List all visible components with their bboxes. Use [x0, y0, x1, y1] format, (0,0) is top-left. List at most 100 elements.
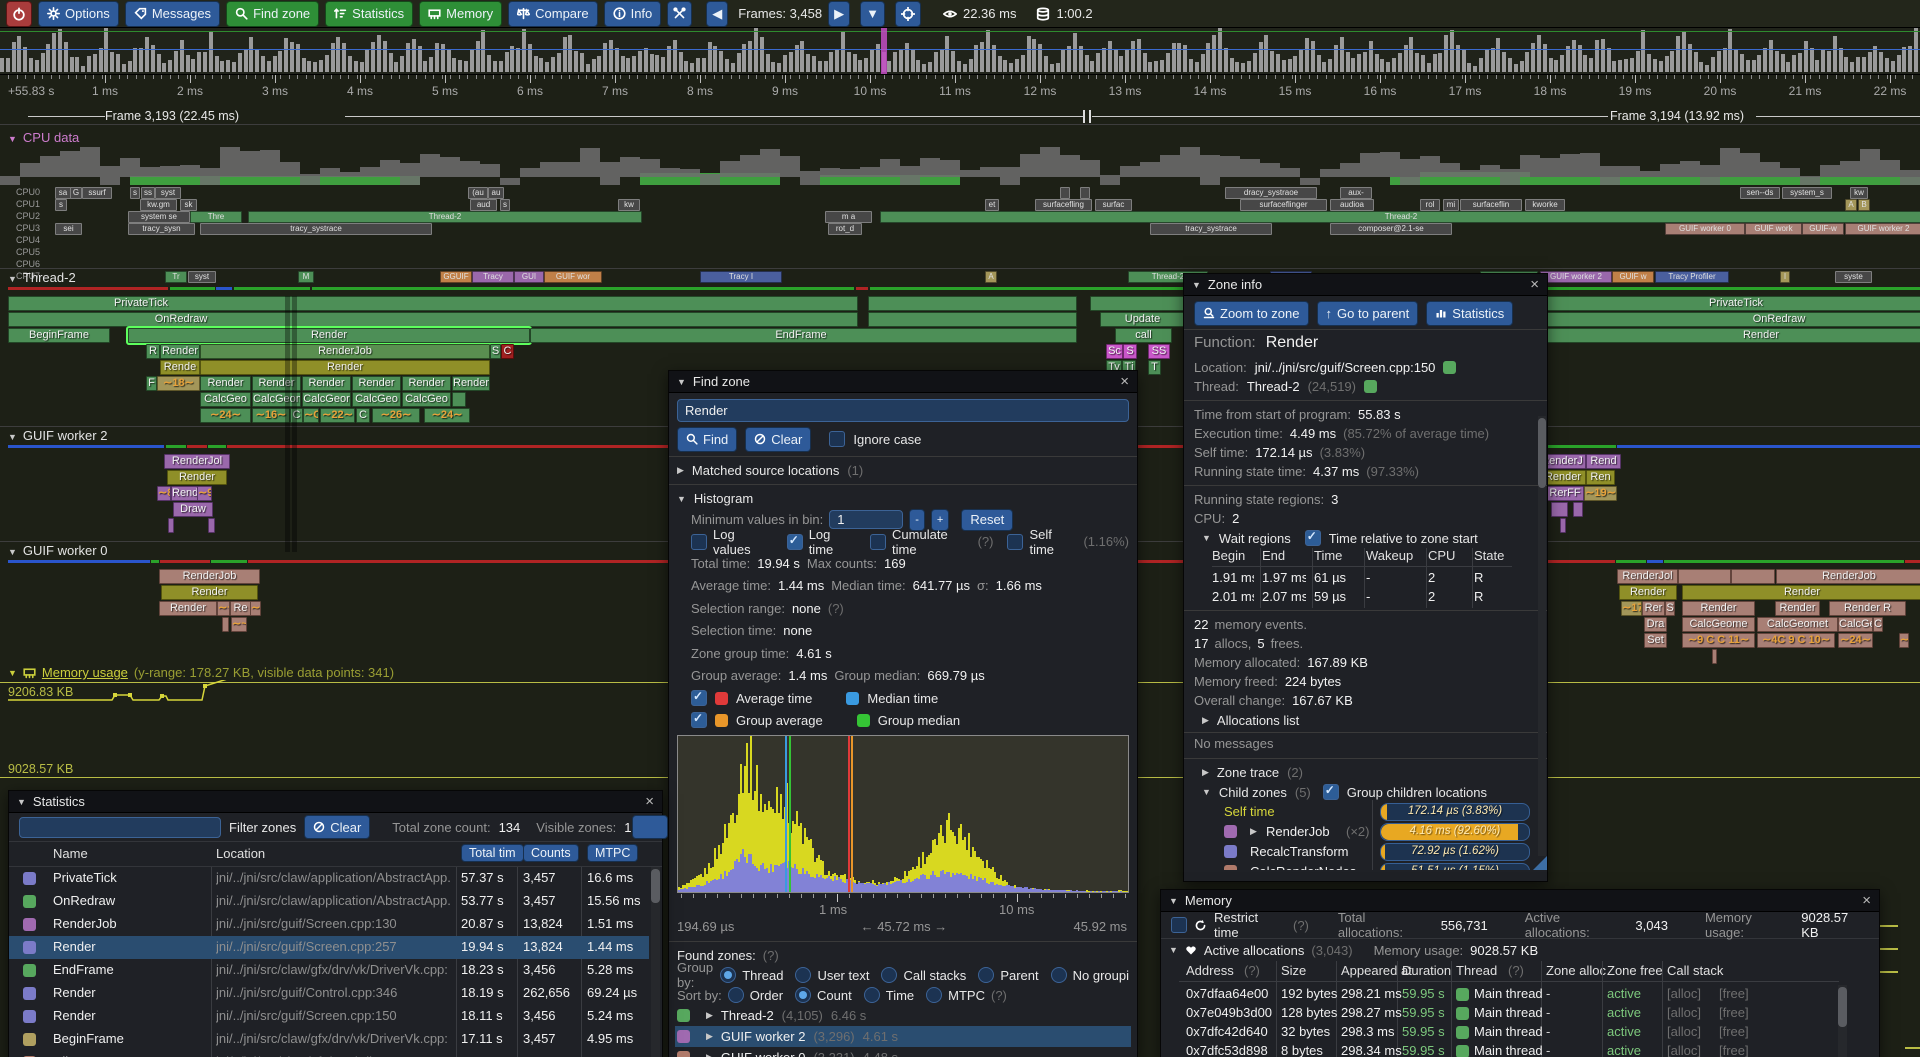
frame-bar[interactable]	[1444, 35, 1448, 72]
frame-bar[interactable]	[1624, 59, 1628, 72]
frame-bar[interactable]	[1392, 58, 1396, 72]
timeline-zone[interactable]: Render	[402, 376, 451, 391]
cpu-zone-chip[interactable]: GUIF-w	[1802, 223, 1844, 235]
close-icon[interactable]: ×	[1120, 374, 1129, 389]
frame-bar[interactable]	[1473, 66, 1477, 72]
legend-checkbox[interactable]	[691, 690, 707, 706]
col-location[interactable]: Location	[216, 846, 265, 861]
frame-bar[interactable]	[969, 59, 973, 72]
timeline-zone[interactable]: CalcGeo	[1838, 617, 1873, 632]
timeline-zone[interactable]: ∼24∼	[200, 408, 251, 423]
timeline-zone[interactable]: Sc	[1106, 344, 1123, 359]
close-icon[interactable]: ×	[1530, 277, 1539, 292]
frame-bar[interactable]	[812, 56, 816, 72]
frame-bar[interactable]	[963, 64, 967, 72]
frame-bar[interactable]	[1775, 51, 1779, 72]
frame-bar[interactable]	[389, 53, 393, 72]
cpu-zone-chip[interactable]: dracy_systraoe	[1225, 187, 1317, 199]
timeline-zone[interactable]: PrivateTick	[8, 296, 858, 311]
cpu-zone-chip[interactable]: M	[298, 271, 314, 283]
zoom-to-zone-button[interactable]: Zoom to zone	[1194, 301, 1309, 326]
time-relative-checkbox[interactable]	[1305, 530, 1321, 546]
power-button[interactable]	[6, 1, 32, 27]
cpu-zone-chip[interactable]: sa	[55, 187, 71, 199]
frame-bar[interactable]	[597, 56, 601, 72]
frame-bar[interactable]	[1810, 48, 1814, 72]
frame-bar[interactable]	[1891, 61, 1895, 72]
frame-bar[interactable]	[1061, 50, 1065, 72]
frame-bar[interactable]	[1798, 53, 1802, 72]
cpu-zone-chip[interactable]: s	[130, 187, 140, 199]
timeline-zone[interactable]: Render	[159, 601, 217, 616]
frame-bar[interactable]	[1554, 60, 1558, 72]
timeline-zone[interactable]: Render	[160, 344, 200, 359]
col-counts[interactable]: Counts	[523, 844, 579, 862]
frame-bar[interactable]	[52, 33, 56, 72]
cpu-zone-chip[interactable]: kworke	[1525, 199, 1565, 211]
group-by-radio-parent[interactable]	[978, 967, 994, 983]
sort-by-radio-time[interactable]	[864, 987, 880, 1003]
frame-bar[interactable]	[110, 52, 114, 72]
group-by-radio-user-text[interactable]	[795, 967, 811, 983]
timeline-zone[interactable]: Rende	[160, 360, 200, 375]
expand-icon[interactable]: ▶	[706, 1031, 713, 1042]
frame-bar[interactable]	[1357, 54, 1361, 72]
close-icon[interactable]: ×	[1862, 893, 1871, 908]
frame-bar[interactable]	[1114, 49, 1118, 72]
frame-bar[interactable]	[1421, 55, 1425, 72]
frame-bar[interactable]	[679, 52, 683, 72]
frame-bar[interactable]	[186, 55, 190, 72]
frame-bar[interactable]	[220, 61, 224, 72]
cpu-zone-chip[interactable]	[1080, 187, 1090, 199]
frame-bar[interactable]	[1467, 63, 1471, 72]
frame-bar[interactable]	[800, 41, 804, 72]
frame-bar[interactable]	[1427, 63, 1431, 72]
frame-bar[interactable]	[1143, 53, 1147, 72]
frame-bar[interactable]	[1346, 52, 1350, 72]
timeline-zone[interactable]: S	[1665, 601, 1675, 616]
close-icon[interactable]: ×	[645, 794, 654, 809]
cpu-zone-chip[interactable]: Thread-2	[248, 211, 642, 223]
frame-bar[interactable]	[754, 28, 758, 72]
cpu-zone-chip[interactable]: Tracy	[472, 271, 514, 283]
cpu-zone-chip[interactable]: A	[985, 271, 997, 283]
frame-bar[interactable]	[35, 60, 39, 72]
cumulate-time-checkbox[interactable]	[870, 534, 886, 550]
frame-bar[interactable]	[1131, 41, 1135, 72]
frame-bar[interactable]	[893, 52, 897, 72]
frame-bar[interactable]	[81, 66, 85, 72]
frame-bar[interactable]	[1009, 63, 1013, 72]
frame-bar[interactable]	[371, 42, 375, 72]
frame-bar[interactable]	[806, 54, 810, 72]
log-time-checkbox[interactable]	[787, 534, 803, 550]
tools-button[interactable]	[667, 1, 692, 27]
timeline-zone[interactable]: Set	[1644, 633, 1667, 648]
timeline-zone[interactable]: call	[1115, 328, 1172, 343]
frame-bar[interactable]	[487, 55, 491, 72]
clear-button[interactable]: Clear	[745, 427, 811, 452]
matched-source-locations[interactable]: ▶Matched source locations(1)	[677, 461, 1129, 480]
frame-bar[interactable]	[1670, 51, 1674, 72]
frame-bar[interactable]	[197, 52, 201, 72]
frame-bar[interactable]	[1601, 39, 1605, 72]
find-zone-titlebar[interactable]: ▼ Find zone ×	[669, 371, 1137, 393]
timeline-zone[interactable]: C	[1873, 617, 1883, 632]
timeline-zone[interactable]: S	[1123, 344, 1137, 359]
cpu-zone-chip[interactable]: surfac	[1095, 199, 1132, 211]
cpu-zone-chip[interactable]: tracy_systrace	[1150, 223, 1272, 235]
timeline-zone[interactable]	[868, 312, 1077, 327]
frame-bar[interactable]	[551, 57, 555, 72]
frame-bar[interactable]	[255, 50, 259, 72]
timeline-zone[interactable]: RenderJol	[1617, 569, 1678, 584]
frame-bar[interactable]	[12, 42, 16, 72]
memory-usage-header[interactable]: ▼Memory usage(y-range: 178.27 KB, visibl…	[8, 665, 394, 680]
frame-bar[interactable]	[829, 52, 833, 72]
mem-col-header[interactable]: Call stack	[1667, 963, 1723, 978]
collapse-icon[interactable]: ▼	[8, 274, 17, 284]
cpu-zone-chip[interactable]: GUIF w	[1612, 271, 1654, 283]
frame-bar[interactable]	[1108, 41, 1112, 72]
frame-bar[interactable]	[505, 52, 509, 72]
frame-bar[interactable]	[1235, 62, 1239, 72]
frame-bar[interactable]	[23, 47, 27, 72]
frame-bar[interactable]	[1282, 60, 1286, 72]
